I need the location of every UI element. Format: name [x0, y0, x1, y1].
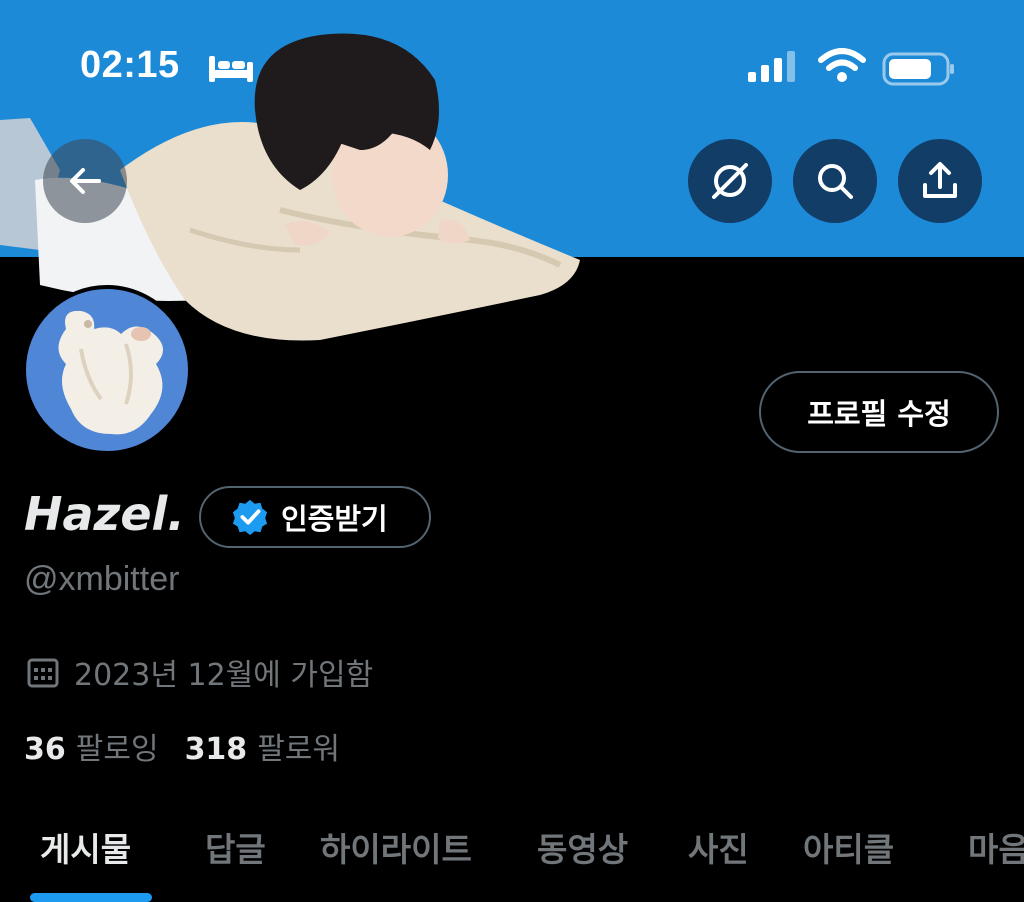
share-button[interactable] [898, 139, 982, 223]
tab-likes[interactable]: 마음 [968, 823, 1024, 871]
followers-count[interactable]: 318 [185, 732, 248, 767]
grok-icon [712, 163, 748, 199]
get-verified-button[interactable]: 인증받기 [199, 486, 431, 548]
avatar[interactable] [22, 285, 192, 455]
followers-label[interactable]: 팔로워 [257, 724, 340, 768]
status-time: 02:15 [80, 44, 180, 86]
share-icon [923, 162, 957, 198]
search-button[interactable] [793, 139, 877, 223]
bed-icon [209, 56, 253, 82]
back-arrow-icon [70, 168, 101, 194]
edit-profile-button[interactable]: 프로필 수정 [759, 371, 999, 453]
grok-button[interactable] [688, 139, 772, 223]
get-verified-label: 인증받기 [281, 502, 388, 536]
tab-posts[interactable]: 게시물 [40, 823, 131, 871]
following-count[interactable]: 36 [24, 732, 66, 767]
active-tab-indicator [30, 893, 152, 902]
tab-articles[interactable]: 아티클 [803, 823, 894, 871]
search-icon [818, 164, 853, 199]
display-name: Hazel. [24, 487, 185, 541]
following-label[interactable]: 팔로잉 [76, 724, 159, 768]
user-handle: @xmbitter [24, 560, 180, 598]
wifi-icon [818, 48, 866, 82]
tab-videos[interactable]: 동영상 [537, 823, 628, 871]
calendar-icon [27, 658, 59, 688]
join-date-label: 2023년 12월에 가입함 [74, 658, 374, 693]
signal-icon [748, 51, 795, 82]
tab-replies[interactable]: 답글 [205, 823, 266, 871]
verified-badge-icon [232, 499, 268, 536]
battery-icon [882, 52, 954, 86]
follow-stats: 36 팔로잉 318 팔로워 [24, 724, 366, 768]
profile-tabs: 게시물 답글 하이라이트 동영상 사진 아티클 마음 [0, 815, 1024, 902]
tab-highlights[interactable]: 하이라이트 [320, 823, 472, 871]
join-date: 2023년 12월에 가입함 [26, 650, 373, 694]
tab-photos[interactable]: 사진 [688, 823, 749, 871]
back-button[interactable] [43, 139, 127, 223]
avatar-lamb-image [58, 310, 164, 435]
